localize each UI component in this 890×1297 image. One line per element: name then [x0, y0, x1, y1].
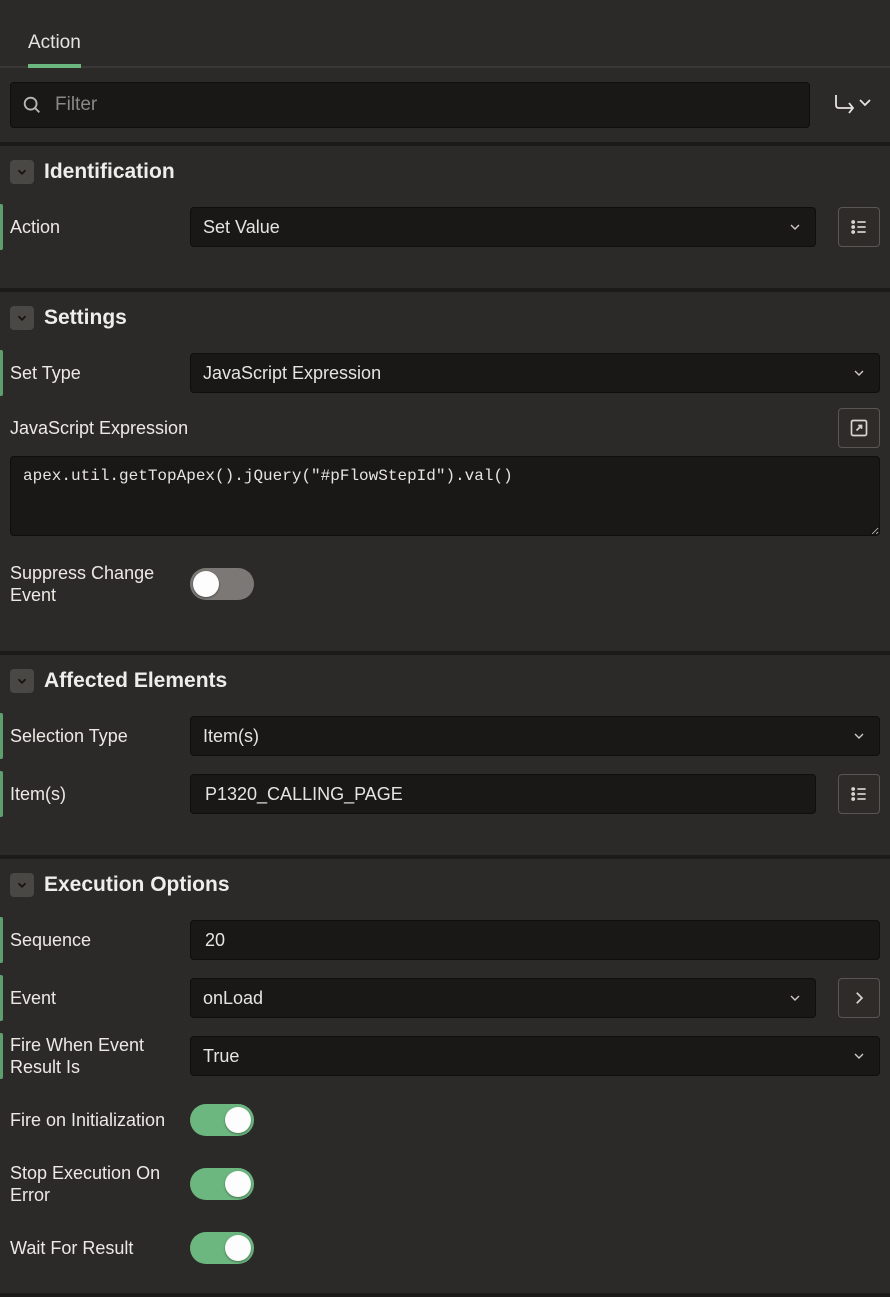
filter-row [0, 68, 890, 142]
toggle-suppress-change[interactable] [190, 568, 254, 600]
expand-editor-button[interactable] [838, 408, 880, 448]
label-items: Item(s) [10, 783, 176, 806]
property-editor-panel: Action Identifi [0, 0, 890, 1297]
list-button-items[interactable] [838, 774, 880, 814]
expand-next-button[interactable] [828, 83, 878, 127]
input-sequence-value[interactable] [203, 929, 867, 952]
label-js-expression: JavaScript Expression [10, 418, 188, 439]
section-toggle-settings[interactable] [10, 306, 34, 330]
textarea-js-expression[interactable] [10, 456, 880, 536]
go-button-event[interactable] [838, 978, 880, 1018]
section-title-settings: Settings [44, 306, 127, 330]
section-execution-options: Execution Options Sequence Event onLoad [0, 855, 890, 1293]
chevron-down-icon [787, 219, 803, 235]
section-identification: Identification Action Set Value [0, 142, 890, 288]
section-toggle-execution[interactable] [10, 873, 34, 897]
tab-strip: Action [0, 0, 890, 68]
select-fire-when-value: True [203, 1046, 239, 1067]
select-set-type[interactable]: JavaScript Expression [190, 353, 880, 393]
input-items[interactable] [190, 774, 816, 814]
chevron-down-icon [851, 365, 867, 381]
filter-input[interactable] [53, 82, 799, 128]
section-title-identification: Identification [44, 160, 175, 184]
select-event[interactable]: onLoad [190, 978, 816, 1018]
input-items-value[interactable] [203, 783, 803, 806]
select-selection-type[interactable]: Item(s) [190, 716, 880, 756]
section-title-affected: Affected Elements [44, 669, 227, 693]
select-action[interactable]: Set Value [190, 207, 816, 247]
chevron-down-icon [851, 728, 867, 744]
section-toggle-identification[interactable] [10, 160, 34, 184]
section-title-execution: Execution Options [44, 873, 230, 897]
label-fire-when: Fire When Event Result Is [10, 1034, 176, 1079]
section-affected-elements: Affected Elements Selection Type Item(s)… [0, 651, 890, 855]
toggle-fire-on-init[interactable] [190, 1104, 254, 1136]
select-set-type-value: JavaScript Expression [203, 363, 381, 384]
label-set-type: Set Type [10, 362, 176, 385]
label-stop-on-error: Stop Execution On Error [10, 1162, 176, 1207]
chevron-down-icon [787, 990, 803, 1006]
filter-search[interactable] [10, 82, 810, 128]
label-wait-for-result: Wait For Result [10, 1237, 176, 1260]
toggle-wait-for-result[interactable] [190, 1232, 254, 1264]
select-event-value: onLoad [203, 988, 263, 1009]
label-suppress-change: Suppress Change Event [10, 562, 176, 607]
toggle-stop-on-error[interactable] [190, 1168, 254, 1200]
select-selection-type-value: Item(s) [203, 726, 259, 747]
label-event: Event [10, 987, 176, 1010]
label-sequence: Sequence [10, 929, 176, 952]
tab-action[interactable]: Action [10, 22, 99, 66]
input-sequence[interactable] [190, 920, 880, 960]
select-fire-when[interactable]: True [190, 1036, 880, 1076]
label-selection-type: Selection Type [10, 725, 176, 748]
label-action: Action [10, 216, 176, 239]
select-action-value: Set Value [203, 217, 280, 238]
section-toggle-affected[interactable] [10, 669, 34, 693]
chevron-down-icon [851, 1048, 867, 1064]
list-button-action[interactable] [838, 207, 880, 247]
search-icon [21, 94, 43, 116]
section-settings: Settings Set Type JavaScript Expression … [0, 288, 890, 651]
label-fire-on-init: Fire on Initialization [10, 1109, 176, 1132]
